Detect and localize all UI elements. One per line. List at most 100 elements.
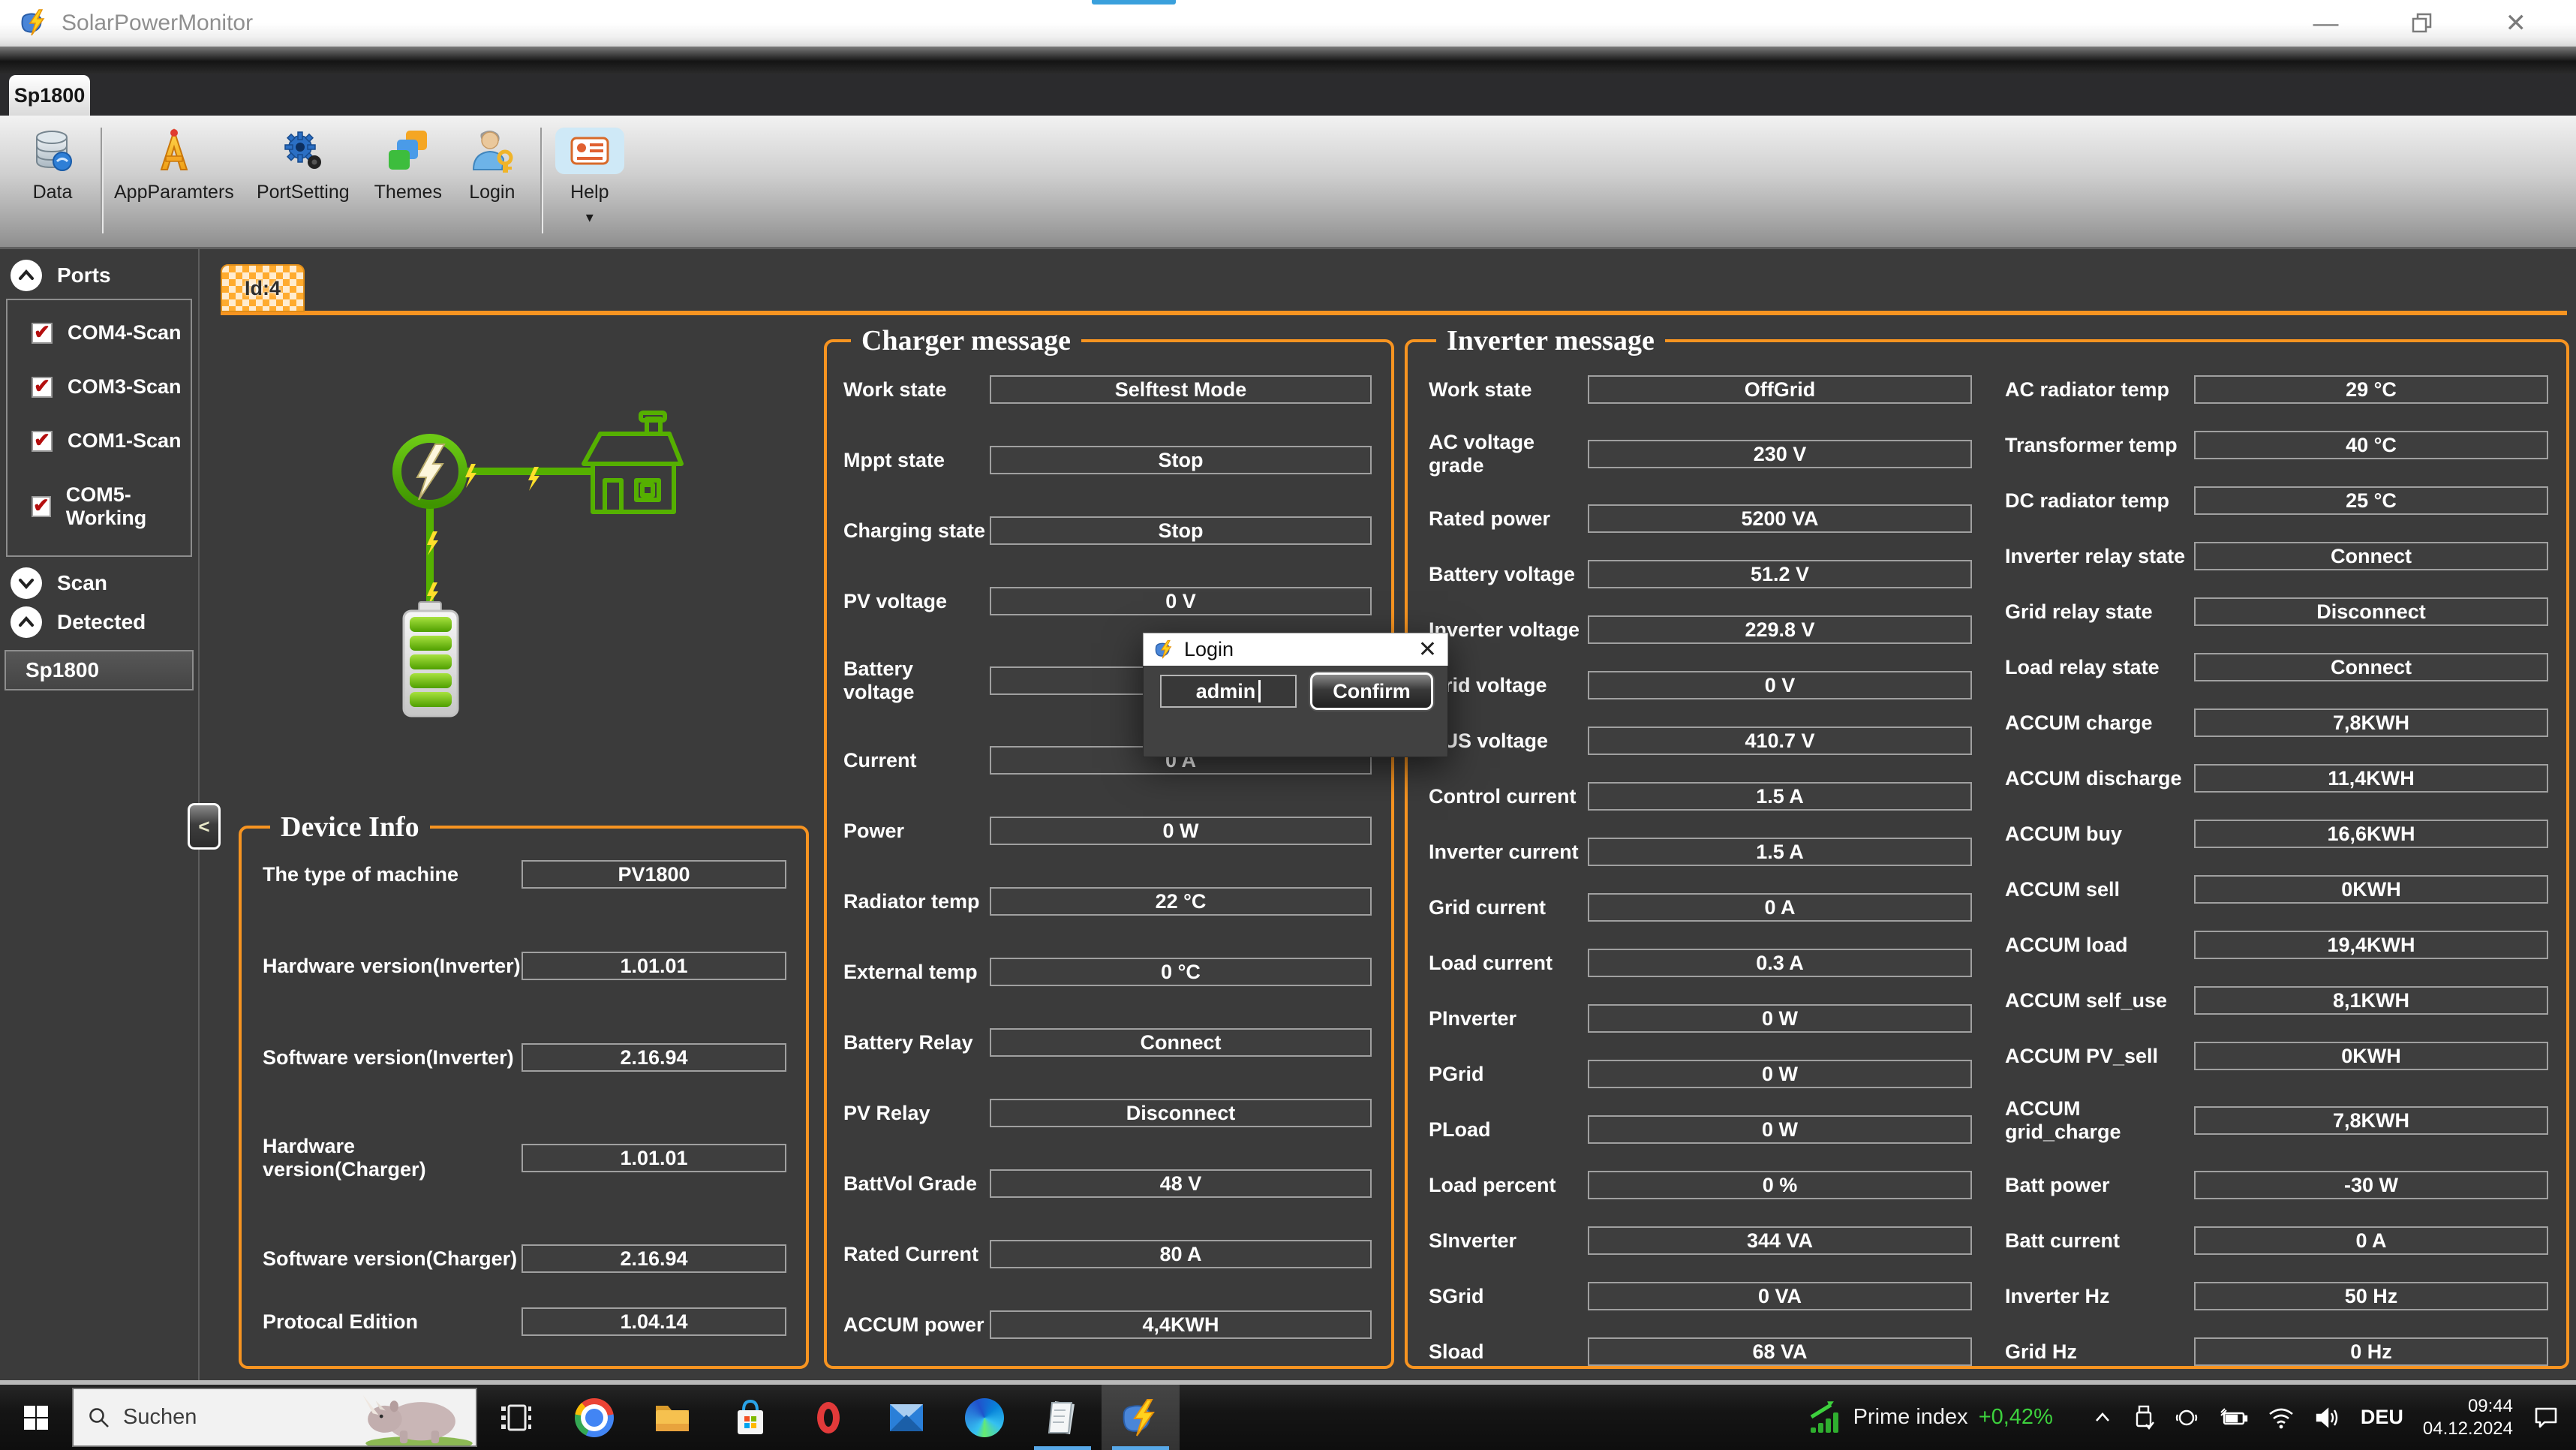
field-label: Load relay state bbox=[2005, 656, 2194, 679]
field-label: Control current bbox=[1429, 785, 1588, 808]
solar-power-monitor-taskbar-icon[interactable] bbox=[1102, 1385, 1180, 1450]
field-label: PLoad bbox=[1429, 1118, 1588, 1142]
port-checkbox-row[interactable]: COM4-Scan bbox=[32, 321, 191, 344]
close-button[interactable]: ✕ bbox=[2505, 11, 2527, 36]
charger-row: ACCUM power 4,4KWH bbox=[843, 1310, 1372, 1339]
device-info-row: Protocal Edition 1.04.14 bbox=[263, 1307, 786, 1336]
login-dialog-titlebar[interactable]: Login ✕ bbox=[1143, 633, 1448, 666]
field-label: Inverter voltage bbox=[1429, 618, 1588, 642]
hidden-icons-chevron[interactable] bbox=[2092, 1407, 2113, 1428]
themes-button[interactable]: Themes bbox=[366, 123, 450, 208]
sidebar-section-scan[interactable]: Scan bbox=[0, 564, 198, 605]
task-view-button[interactable] bbox=[477, 1385, 555, 1450]
inverter-row: ACCUM PV_sell 0KWH bbox=[2005, 1042, 2548, 1070]
field-value: 22 °C bbox=[990, 887, 1372, 916]
checkbox-checked-icon[interactable] bbox=[32, 323, 53, 344]
login-button[interactable]: Login bbox=[450, 123, 534, 208]
app-parameters-button[interactable]: AppParamters bbox=[108, 123, 240, 208]
checkbox-checked-icon[interactable] bbox=[32, 377, 53, 398]
button-label: AppParamters bbox=[114, 182, 234, 203]
confirm-button[interactable]: Confirm bbox=[1310, 672, 1433, 710]
detected-device-sp1800[interactable]: Sp1800 bbox=[5, 650, 194, 690]
charger-row: Battery Relay Connect bbox=[843, 1028, 1372, 1057]
port-checkbox-row[interactable]: COM5-Working bbox=[32, 483, 191, 530]
checkbox-checked-icon[interactable] bbox=[32, 496, 51, 517]
field-label: Inverter Hz bbox=[2005, 1285, 2194, 1308]
taskbar: Suchen bbox=[0, 1385, 2576, 1450]
power-battery-icon[interactable] bbox=[2218, 1406, 2248, 1429]
notification-center-icon[interactable] bbox=[2532, 1405, 2559, 1430]
mail-app-icon[interactable] bbox=[867, 1385, 945, 1450]
ribbon-toolbar: Data AppParamters PortSetting Themes Lo bbox=[0, 116, 2576, 249]
opera-app-icon[interactable] bbox=[789, 1385, 867, 1450]
field-label: Software version(Charger) bbox=[263, 1247, 522, 1271]
port-label: COM4-Scan bbox=[68, 321, 182, 344]
charger-row: Power 0 W bbox=[843, 817, 1372, 845]
inverter-row: SGrid 0 VA bbox=[1429, 1282, 1972, 1310]
checkbox-checked-icon[interactable] bbox=[32, 431, 53, 452]
field-value: 11,4KWH bbox=[2194, 764, 2548, 793]
field-value: Stop bbox=[990, 446, 1372, 474]
field-value: 7,8KWH bbox=[2194, 708, 2548, 737]
field-value: 1.01.01 bbox=[522, 952, 786, 980]
port-setting-button[interactable]: PortSetting bbox=[240, 123, 366, 208]
field-label: Radiator temp bbox=[843, 890, 990, 913]
display-sync-icon[interactable] bbox=[2175, 1406, 2199, 1430]
usb-icon[interactable] bbox=[2133, 1405, 2155, 1430]
edge-app-icon[interactable] bbox=[945, 1385, 1023, 1450]
field-label: Grid relay state bbox=[2005, 600, 2194, 624]
minimize-button[interactable]: — bbox=[2313, 11, 2339, 36]
login-dialog: Login ✕ admin Confirm bbox=[1143, 633, 1448, 757]
rhino-image bbox=[348, 1389, 476, 1445]
inverter-row: Work state OffGrid bbox=[1429, 375, 1972, 404]
sidebar-collapse-button[interactable]: < bbox=[188, 803, 221, 850]
restore-button[interactable] bbox=[2411, 12, 2433, 35]
field-value: 48 V bbox=[990, 1169, 1372, 1198]
field-label: BattVol Grade bbox=[843, 1172, 990, 1196]
field-label: Rated power bbox=[1429, 507, 1588, 531]
ribbon-tab-sp1800[interactable]: Sp1800 bbox=[9, 75, 90, 116]
volume-icon[interactable] bbox=[2314, 1406, 2341, 1429]
chrome-app-icon[interactable] bbox=[555, 1385, 633, 1450]
start-button[interactable] bbox=[0, 1385, 72, 1450]
device-info-row: The type of machine PV1800 bbox=[263, 860, 786, 889]
app-logo-icon bbox=[1154, 639, 1175, 660]
username-input[interactable]: admin bbox=[1160, 675, 1297, 708]
notepad-app-icon[interactable] bbox=[1023, 1385, 1102, 1450]
sidebar-section-ports[interactable]: Ports bbox=[0, 249, 198, 297]
microsoft-store-app-icon[interactable] bbox=[711, 1385, 789, 1450]
wifi-icon[interactable] bbox=[2268, 1406, 2295, 1429]
inverter-row: Inverter relay state Connect bbox=[2005, 542, 2548, 570]
prime-index-widget[interactable]: Prime index +0,42% bbox=[1808, 1400, 2053, 1435]
field-label: PV Relay bbox=[843, 1102, 990, 1125]
field-value: 0 A bbox=[1588, 893, 1972, 922]
sidebar-section-detected[interactable]: Detected bbox=[0, 605, 198, 644]
field-label: Rated Current bbox=[843, 1243, 990, 1266]
inverter-row: Inverter current 1.5 A bbox=[1429, 838, 1972, 866]
field-value: 0 W bbox=[1588, 1115, 1972, 1144]
dialog-close-icon[interactable]: ✕ bbox=[1418, 639, 1437, 661]
help-button[interactable]: Help ▾ bbox=[548, 123, 632, 231]
clock[interactable]: 09:44 04.12.2024 bbox=[2423, 1395, 2513, 1440]
inverter-row: Batt current 0 A bbox=[2005, 1226, 2548, 1255]
port-checkbox-row[interactable]: COM1-Scan bbox=[32, 429, 191, 453]
field-label: External temp bbox=[843, 961, 990, 984]
search-input[interactable]: Suchen bbox=[72, 1388, 477, 1447]
field-label: Hardware version(Charger) bbox=[263, 1135, 522, 1181]
device-info-row: Hardware version(Charger) 1.01.01 bbox=[263, 1135, 786, 1181]
device-doc-tab-id4[interactable]: Id:4 bbox=[221, 264, 305, 312]
field-value: Connect bbox=[2194, 653, 2548, 681]
language-indicator[interactable]: DEU bbox=[2361, 1406, 2403, 1429]
inverter-row: ACCUM self_use 8,1KWH bbox=[2005, 986, 2548, 1015]
data-button[interactable]: Data bbox=[11, 123, 95, 208]
file-explorer-app-icon[interactable] bbox=[633, 1385, 711, 1450]
port-checkbox-row[interactable]: COM3-Scan bbox=[32, 375, 191, 399]
field-label: Grid Hz bbox=[2005, 1340, 2194, 1364]
field-value: Connect bbox=[990, 1028, 1372, 1057]
inverter-row: Battery voltage 51.2 V bbox=[1429, 560, 1972, 588]
field-value: 0 VA bbox=[1588, 1282, 1972, 1310]
dialog-title: Login bbox=[1184, 638, 1234, 661]
device-info-row: Software version(Inverter) 2.16.94 bbox=[263, 1043, 786, 1072]
system-tray: Prime index +0,42% DEU 09: bbox=[1808, 1385, 2576, 1450]
field-label: ACCUM charge bbox=[2005, 711, 2194, 735]
